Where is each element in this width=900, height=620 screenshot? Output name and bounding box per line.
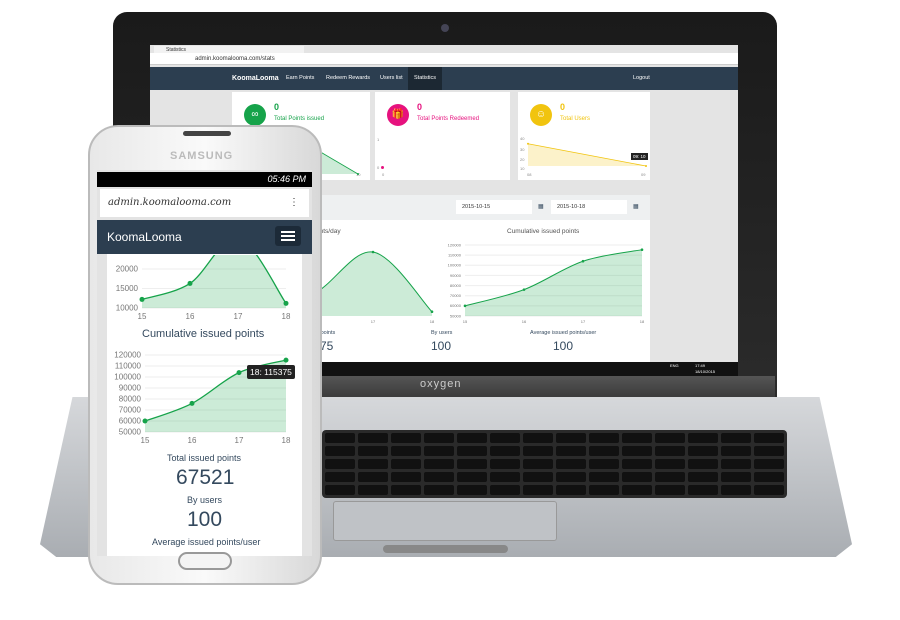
y-tick-label: 70000 bbox=[119, 406, 142, 415]
data-point bbox=[236, 370, 242, 376]
home-button[interactable] bbox=[178, 552, 232, 570]
y-tick-label: 60000 bbox=[119, 417, 142, 426]
chart-series bbox=[139, 235, 289, 309]
x-tick-label: 18 bbox=[282, 436, 291, 445]
y-tick-label: 120000 bbox=[114, 351, 141, 360]
y-tick-label: 100000 bbox=[114, 373, 141, 382]
y-tick-label: 110000 bbox=[115, 362, 142, 371]
x-tick-label: 16 bbox=[186, 312, 195, 321]
data-point bbox=[142, 418, 148, 424]
data-point bbox=[139, 296, 145, 302]
x-tick-label: 15 bbox=[138, 312, 147, 321]
data-point bbox=[236, 235, 241, 240]
y-tick-label: 50000 bbox=[119, 428, 142, 437]
area-fill bbox=[142, 255, 286, 308]
phone-charts-layer: 10000 15000 20000 15 16 17 18 50000 60000 70000 80… bbox=[114, 235, 291, 445]
y-tick-label: 80000 bbox=[119, 395, 142, 404]
y-tick-label: 15000 bbox=[116, 284, 139, 293]
data-point bbox=[187, 280, 193, 286]
x-tick-label: 18 bbox=[282, 312, 291, 321]
data-point bbox=[283, 300, 289, 306]
x-tick-label: 15 bbox=[141, 436, 150, 445]
data-point bbox=[283, 357, 289, 363]
y-tick-label: 90000 bbox=[119, 384, 142, 393]
chart-tooltip: 18: 115375 bbox=[247, 365, 295, 379]
y-tick-label: 20000 bbox=[116, 265, 139, 274]
data-point bbox=[189, 400, 195, 406]
x-tick-label: 16 bbox=[188, 436, 197, 445]
x-tick-label: 17 bbox=[235, 436, 244, 445]
y-tick-label: 10000 bbox=[116, 304, 139, 313]
x-tick-label: 17 bbox=[234, 312, 243, 321]
